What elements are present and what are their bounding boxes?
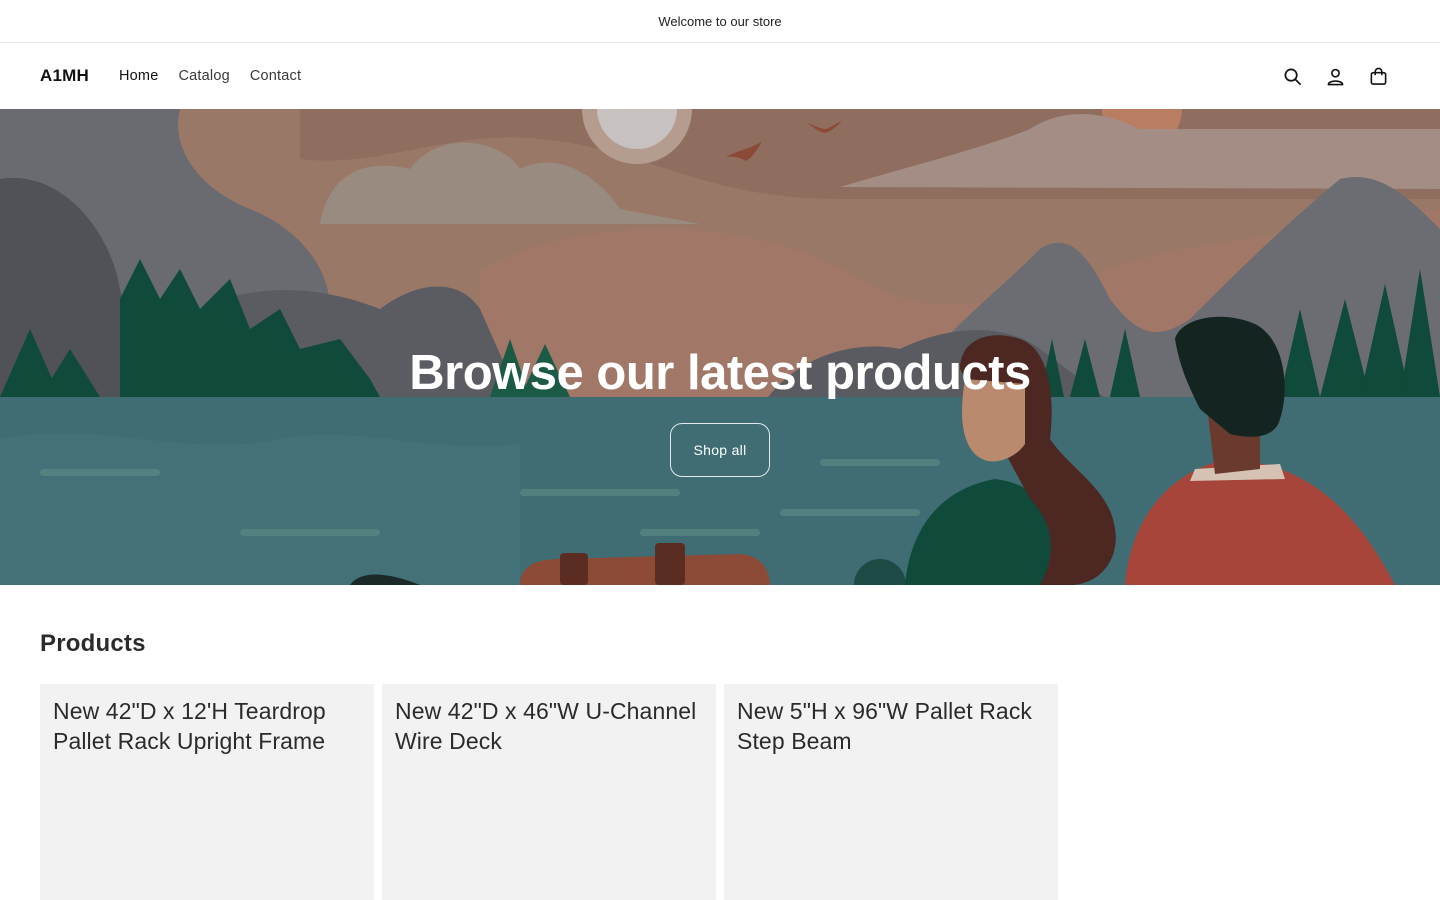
search-button[interactable] (1271, 55, 1314, 98)
main-nav: Home Catalog Contact (109, 68, 311, 84)
products-heading: Products (40, 630, 146, 657)
account-icon (1327, 68, 1344, 85)
product-card[interactable]: New 42"D x 46"W U-Channel Wire Deck (382, 684, 716, 900)
product-title[interactable]: New 42"D x 46"W U-Channel Wire Deck (395, 697, 703, 756)
nav-contact-link[interactable]: Contact (240, 68, 311, 84)
product-title[interactable]: New 5"H x 96"W Pallet Rack Step Beam (737, 697, 1045, 756)
account-button[interactable] (1314, 55, 1357, 98)
product-card[interactable]: New 5"H x 96"W Pallet Rack Step Beam (724, 684, 1058, 900)
search-icon (1284, 68, 1301, 85)
product-title[interactable]: New 42"D x 12'H Teardrop Pallet Rack Upr… (53, 697, 361, 756)
announcement-text: Welcome to our store (658, 13, 782, 29)
product-card[interactable]: New 42"D x 12'H Teardrop Pallet Rack Upr… (40, 684, 374, 900)
shop-all-button[interactable]: Shop all (670, 423, 770, 477)
nav-home-link[interactable]: Home (109, 68, 168, 84)
nav-catalog-link[interactable]: Catalog (168, 68, 239, 84)
announcement-bar: Welcome to our store (0, 0, 1440, 43)
header-icons (1271, 43, 1400, 109)
products-section: Products New 42"D x 12'H Teardrop Pallet… (0, 585, 1440, 900)
hero-content: Browse our latest products Shop all (0, 109, 1440, 585)
hero-title: Browse our latest products (409, 346, 1031, 400)
cart-icon (1370, 67, 1387, 85)
product-grid: New 42"D x 12'H Teardrop Pallet Rack Upr… (40, 684, 1400, 900)
hero-banner: Browse our latest products Shop all (0, 109, 1440, 585)
cart-button[interactable] (1357, 55, 1400, 98)
site-header: A1MH Home Catalog Contact (0, 43, 1440, 109)
store-logo[interactable]: A1MH (40, 66, 89, 86)
